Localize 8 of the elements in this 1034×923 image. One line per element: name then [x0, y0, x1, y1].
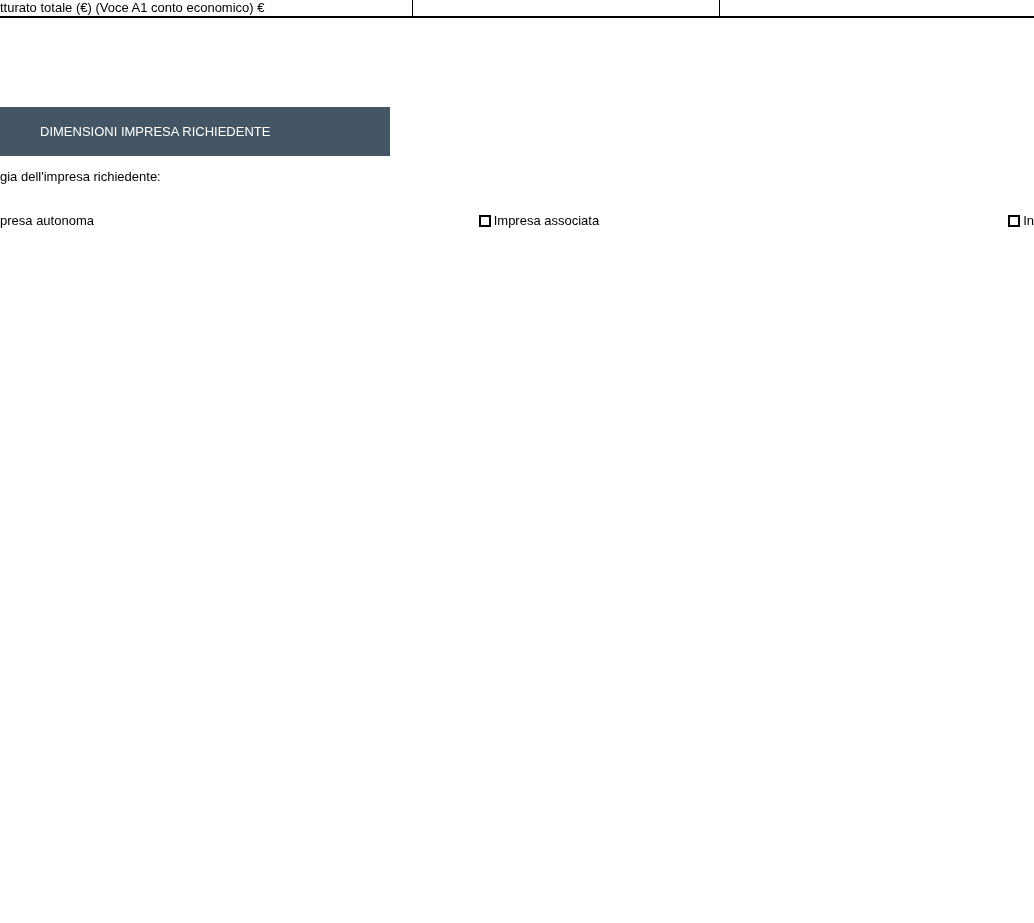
checkbox[interactable] — [1008, 215, 1021, 227]
checkbox[interactable] — [478, 215, 491, 227]
option-label: presa autonoma — [0, 213, 94, 229]
section-header: DIMENSIONI IMPRESA RICHIEDENTE — [0, 107, 390, 156]
option-label: Impresa associata — [493, 213, 600, 229]
question-text: gia dell'impresa richiedente: — [0, 169, 162, 185]
table-cell: tturato totale (€) (Voce A1 conto economico) € — [0, 0, 265, 15]
option-label: In — [1023, 213, 1034, 229]
